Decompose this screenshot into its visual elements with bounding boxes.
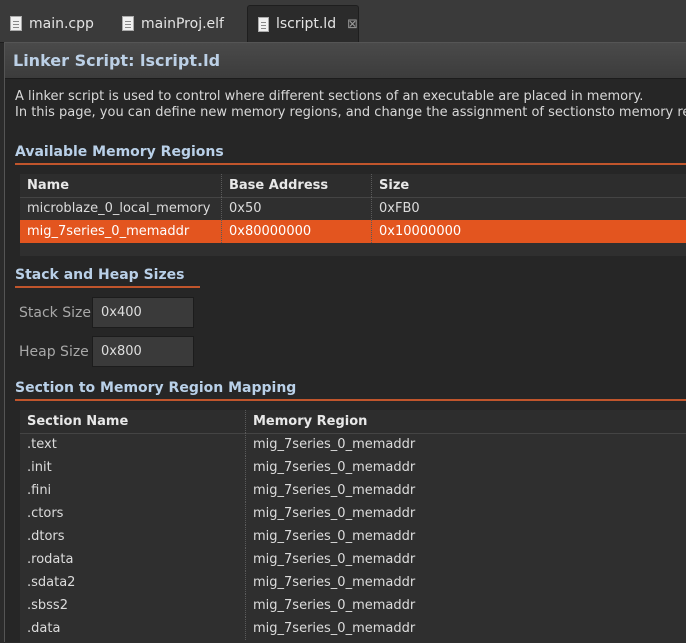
- table-header: Section Name Memory Region: [20, 410, 686, 434]
- stack-size-input[interactable]: 0x400: [92, 297, 194, 328]
- section-name-cell: .dtors: [27, 529, 65, 544]
- table-row[interactable]: .fini mig_7series_0_memaddr: [20, 479, 686, 502]
- section-name-cell: .fini: [27, 483, 52, 498]
- memory-region-cell[interactable]: mig_7series_0_memaddr: [245, 571, 686, 594]
- table-row[interactable]: .text mig_7series_0_memaddr: [20, 433, 686, 456]
- column-header-size[interactable]: Size: [371, 174, 686, 197]
- close-tab-icon[interactable]: ⊠: [347, 17, 358, 32]
- table-header: Name Base Address Size: [20, 174, 686, 198]
- section-name-cell: .sbss2: [27, 598, 68, 613]
- table-row[interactable]: .data mig_7series_0_memaddr: [20, 617, 686, 640]
- section-name-cell: .init: [27, 460, 52, 475]
- editor-tab-bar: main.cpp mainProj.elf lscript.ld ⊠: [0, 0, 686, 43]
- tab-label: mainProj.elf: [141, 15, 224, 32]
- heap-size-label: Heap Size: [19, 344, 89, 360]
- memory-region-cell[interactable]: mig_7series_0_memaddr: [245, 548, 686, 571]
- column-header-section-name[interactable]: Section Name: [20, 410, 245, 433]
- region-name-cell: mig_7series_0_memaddr: [27, 224, 190, 239]
- section-rule: [15, 399, 686, 401]
- intro-line-1: A linker script is used to control where…: [15, 89, 644, 104]
- region-base-cell: 0x80000000: [221, 220, 371, 243]
- page-title: Linker Script: lscript.ld: [13, 51, 221, 70]
- table-row[interactable]: .init mig_7series_0_memaddr: [20, 456, 686, 479]
- table-row[interactable]: .sbss2 mig_7series_0_memaddr: [20, 594, 686, 617]
- section-title-stack-heap: Stack and Heap Sizes: [15, 267, 185, 283]
- section-name-cell: .sdata2: [27, 575, 76, 590]
- editor-header: Linker Script: lscript.ld: [5, 43, 686, 79]
- elf-file-icon: [122, 16, 134, 31]
- heap-size-input[interactable]: 0x800: [92, 336, 194, 367]
- column-header-memory-region[interactable]: Memory Region: [245, 410, 686, 433]
- section-name-cell: .rodata: [27, 552, 74, 567]
- memory-region-cell[interactable]: mig_7series_0_memaddr: [245, 594, 686, 617]
- stack-size-label: Stack Size: [19, 305, 91, 321]
- memory-region-cell[interactable]: mig_7series_0_memaddr: [245, 456, 686, 479]
- section-name-cell: .data: [27, 621, 61, 636]
- linker-script-file-icon: [258, 16, 269, 32]
- column-header-base-address[interactable]: Base Address: [221, 174, 371, 197]
- tab-label: lscript.ld: [275, 16, 337, 32]
- section-mapping-table: Section Name Memory Region .text mig_7se…: [20, 410, 686, 643]
- section-name-cell: .ctors: [27, 506, 64, 521]
- tab-main-cpp[interactable]: main.cpp: [0, 6, 112, 41]
- section-rule: [15, 163, 686, 165]
- memory-region-cell[interactable]: mig_7series_0_memaddr: [245, 479, 686, 502]
- region-base-cell: 0x50: [221, 197, 371, 220]
- memory-regions-table: Name Base Address Size microblaze_0_loca…: [20, 174, 686, 256]
- table-row[interactable]: .rodata mig_7series_0_memaddr: [20, 548, 686, 571]
- tab-mainproj-elf[interactable]: mainProj.elf: [112, 6, 247, 41]
- table-row[interactable]: .ctors mig_7series_0_memaddr: [20, 502, 686, 525]
- memory-region-cell[interactable]: mig_7series_0_memaddr: [245, 433, 686, 456]
- tab-lscript-ld[interactable]: lscript.ld ⊠: [247, 5, 359, 42]
- memory-region-cell[interactable]: mig_7series_0_memaddr: [245, 617, 686, 640]
- section-title-section-mapping: Section to Memory Region Mapping: [15, 380, 297, 396]
- memory-region-cell[interactable]: mig_7series_0_memaddr: [245, 525, 686, 548]
- tab-label: main.cpp: [29, 15, 94, 32]
- table-row[interactable]: microblaze_0_local_memory 0x50 0xFB0: [20, 197, 686, 220]
- column-header-name[interactable]: Name: [20, 174, 221, 197]
- cpp-file-icon: [10, 16, 22, 31]
- table-row-selected[interactable]: mig_7series_0_memaddr 0x80000000 0x10000…: [20, 220, 686, 243]
- region-size-cell: 0x10000000: [371, 220, 686, 243]
- intro-line-2: In this page, you can define new memory …: [15, 105, 686, 120]
- linker-script-editor: Linker Script: lscript.ld A linker scrip…: [4, 42, 686, 643]
- region-size-cell: 0xFB0: [371, 197, 686, 220]
- table-row[interactable]: .dtors mig_7series_0_memaddr: [20, 525, 686, 548]
- memory-region-cell[interactable]: mig_7series_0_memaddr: [245, 502, 686, 525]
- section-title-memory-regions: Available Memory Regions: [15, 144, 224, 160]
- table-row[interactable]: .sdata2 mig_7series_0_memaddr: [20, 571, 686, 594]
- section-name-cell: .text: [27, 437, 57, 452]
- region-name-cell: microblaze_0_local_memory: [27, 201, 211, 216]
- section-rule: [15, 286, 200, 288]
- intro-text: A linker script is used to control where…: [15, 89, 686, 121]
